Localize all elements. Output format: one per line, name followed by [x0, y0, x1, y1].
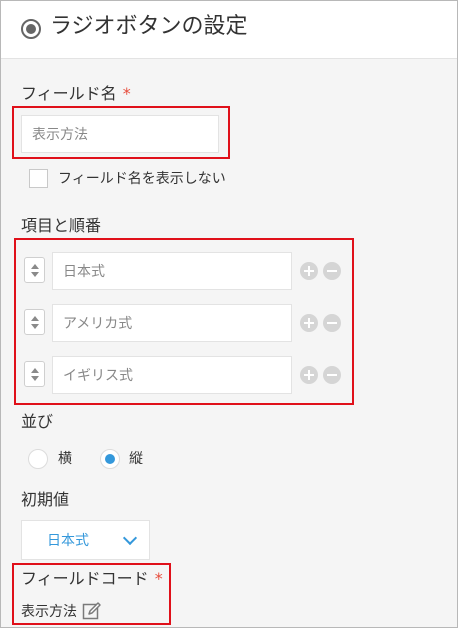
field-code-value: 表示方法: [21, 604, 77, 620]
minus-circle-icon[interactable]: [323, 314, 341, 332]
option-value: アメリカ式: [63, 316, 133, 332]
field-code-label: フィールドコード: [21, 569, 149, 588]
field-name-value: 表示方法: [32, 127, 88, 143]
chevron-down-icon: [122, 530, 138, 546]
field-name-input[interactable]: 表示方法: [21, 115, 219, 153]
radio-icon: [21, 19, 41, 39]
field-name-label: フィールド名: [21, 84, 117, 103]
option-value: 日本式: [63, 264, 105, 280]
option-input[interactable]: 日本式: [52, 252, 292, 290]
required-mark: *: [122, 84, 131, 103]
field-code-label-row: フィールドコード *: [21, 569, 163, 589]
sort-handle-icon[interactable]: [24, 361, 45, 387]
initial-value-selected: 日本式: [47, 533, 89, 549]
radio-horizontal[interactable]: [28, 449, 48, 469]
plus-circle-icon[interactable]: [300, 314, 318, 332]
sort-handle-icon[interactable]: [24, 257, 45, 283]
dialog-title: ラジオボタンの設定: [50, 14, 248, 39]
plus-circle-icon[interactable]: [300, 366, 318, 384]
dialog-header: ラジオボタンの設定: [1, 1, 457, 59]
hide-field-name-checkbox[interactable]: [29, 169, 48, 188]
alignment-label: 並び: [21, 412, 54, 431]
required-mark: *: [154, 569, 163, 588]
option-input[interactable]: アメリカ式: [52, 304, 292, 342]
initial-value-select[interactable]: 日本式: [21, 520, 150, 560]
items-label: 項目と順番: [21, 216, 102, 235]
field-name-label-row: フィールド名 *: [21, 84, 131, 104]
option-value: イギリス式: [63, 368, 133, 384]
radio-vertical-label: 縦: [129, 451, 143, 467]
hide-field-name-label: フィールド名を表示しない: [58, 171, 226, 187]
minus-circle-icon[interactable]: [323, 366, 341, 384]
radio-vertical[interactable]: [100, 449, 120, 469]
plus-circle-icon[interactable]: [300, 262, 318, 280]
minus-circle-icon[interactable]: [323, 262, 341, 280]
pencil-icon[interactable]: [82, 601, 102, 621]
radio-horizontal-label: 横: [58, 451, 72, 467]
sort-handle-icon[interactable]: [24, 309, 45, 335]
option-input[interactable]: イギリス式: [52, 356, 292, 394]
initial-value-label: 初期値: [21, 490, 70, 509]
